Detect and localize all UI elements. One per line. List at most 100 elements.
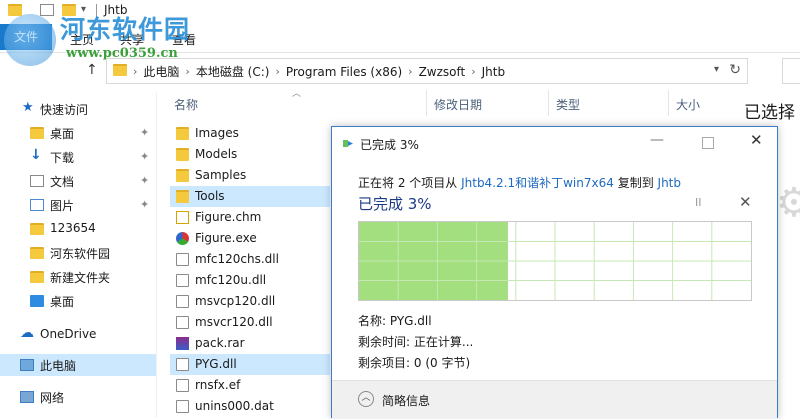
- sidebar-item-desktop-2[interactable]: 桌面: [0, 290, 156, 312]
- progress-graph: [358, 221, 752, 301]
- file-row[interactable]: unins000.dat: [170, 396, 330, 417]
- folder-icon: [176, 169, 189, 182]
- column-header-size[interactable]: 大小: [676, 96, 700, 113]
- column-header-type[interactable]: 类型: [556, 96, 580, 113]
- sidebar-item-desktop[interactable]: 桌面 ✦: [0, 122, 156, 144]
- name-label: 名称:: [358, 314, 387, 328]
- close-button[interactable]: ✕: [750, 131, 763, 149]
- address-dropdown-icon[interactable]: ▾: [714, 64, 719, 75]
- cloud-icon: ☁: [20, 325, 34, 341]
- sidebar-item-123654[interactable]: 123654: [0, 218, 156, 240]
- pin-icon: ✦: [140, 174, 150, 187]
- pin-icon: ✦: [140, 126, 150, 139]
- file-row[interactable]: mfc120u.dll: [170, 270, 330, 291]
- time-label: 剩余时间:: [358, 335, 411, 349]
- file-name: Figure.exe: [195, 231, 257, 245]
- breadcrumb-item[interactable]: 此电脑: [143, 63, 179, 80]
- file-row[interactable]: Models: [170, 144, 330, 165]
- file-name: unins000.dat: [195, 399, 274, 413]
- chevron-right-icon[interactable]: ›: [408, 65, 412, 78]
- breadcrumb-item[interactable]: 本地磁盘 (C:): [196, 63, 270, 80]
- file-row[interactable]: Tools: [170, 186, 330, 207]
- name-value: PYG.dll: [389, 314, 432, 328]
- destination-link[interactable]: Jhtb: [658, 176, 681, 190]
- sidebar-item-pictures[interactable]: 图片 ✦: [0, 194, 156, 216]
- folder-icon: [30, 127, 44, 139]
- column-header-name[interactable]: 名称: [174, 96, 198, 113]
- chevron-up-icon[interactable]: ︿: [358, 391, 374, 407]
- sort-up-icon: ︿: [292, 89, 302, 99]
- file-name: mfc120u.dll: [195, 273, 267, 287]
- breadcrumb-item[interactable]: Program Files (x86): [286, 65, 402, 79]
- sidebar-item-label: 快速访问: [40, 103, 89, 117]
- sidebar-item-downloads[interactable]: ↓ 下载 ✦: [0, 146, 156, 168]
- sidebar-item-label: 图片: [50, 199, 75, 213]
- sidebar-item-label: OneDrive: [40, 327, 97, 341]
- file-row[interactable]: PYG.dll: [170, 354, 330, 375]
- sidebar-item-label: 河东软件园: [50, 247, 111, 261]
- properties-icon[interactable]: [40, 4, 54, 16]
- chevron-right-icon[interactable]: ›: [275, 65, 279, 78]
- file-row[interactable]: Samples: [170, 165, 330, 186]
- desktop-icon: [30, 295, 44, 307]
- sidebar-item-onedrive[interactable]: ☁ OneDrive: [0, 324, 156, 346]
- source-link[interactable]: Jhtb4.2.1和谐补丁win7x64: [461, 176, 614, 190]
- maximize-button[interactable]: [702, 137, 714, 149]
- column-divider[interactable]: [426, 90, 427, 116]
- file-row[interactable]: msvcp120.dll: [170, 291, 330, 312]
- chevron-right-icon[interactable]: ›: [185, 65, 189, 78]
- sidebar-item-this-pc[interactable]: 此电脑: [0, 354, 156, 376]
- navigation-pane: ★ 快速访问 桌面 ✦ ↓ 下载 ✦ 文档 ✦ 图片 ✦ 123654 河东软件…: [0, 92, 157, 418]
- minimize-button[interactable]: —: [650, 132, 664, 148]
- details-pane-title: 已选择 2: [744, 103, 800, 123]
- sidebar-item-documents[interactable]: 文档 ✦: [0, 170, 156, 192]
- up-arrow-icon[interactable]: ↑: [86, 62, 98, 78]
- folder-icon: [176, 190, 189, 203]
- folder-icon: [176, 127, 189, 140]
- breadcrumb-item[interactable]: Jhtb: [482, 65, 505, 79]
- column-divider[interactable]: [548, 90, 549, 116]
- sidebar-item-label: 新建文件夹: [50, 271, 111, 285]
- file-row[interactable]: rnsfx.ef: [170, 375, 330, 396]
- watermark-logo: [4, 14, 56, 66]
- computer-icon: [20, 359, 34, 371]
- pause-icon[interactable]: II: [695, 196, 702, 209]
- address-bar[interactable]: › 此电脑 › 本地磁盘 (C:) › Program Files (x86) …: [106, 58, 748, 84]
- dll-file-icon: [176, 274, 189, 287]
- sidebar-item-new-folder[interactable]: 新建文件夹: [0, 266, 156, 288]
- file-name: Figure.chm: [195, 210, 262, 224]
- breadcrumb-item[interactable]: Zwzsoft: [419, 65, 466, 79]
- time-value: 正在计算...: [413, 335, 474, 349]
- sidebar-item-network[interactable]: 网络: [0, 386, 156, 408]
- document-icon: [30, 175, 44, 187]
- archive-icon: [176, 337, 189, 350]
- sidebar-item-quick-access[interactable]: ★ 快速访问: [0, 98, 156, 120]
- file-row[interactable]: pack.rar: [170, 333, 330, 354]
- picture-icon: [30, 199, 44, 211]
- column-divider[interactable]: [668, 90, 669, 116]
- sidebar-item-hedong[interactable]: 河东软件园: [0, 242, 156, 264]
- less-details-button[interactable]: 简略信息: [382, 392, 430, 409]
- copy-progress-dialog: 已完成 3% — ✕ 正在将 2 个项目从 Jhtb4.2.1和谐补丁win7x…: [331, 126, 778, 419]
- star-icon: ★: [22, 100, 34, 115]
- search-input[interactable]: [782, 58, 800, 84]
- chevron-right-icon: ›: [133, 65, 138, 78]
- copy-mid: 复制到: [617, 176, 654, 190]
- dialog-title: 已完成 3%: [360, 138, 419, 152]
- folder-icon: [30, 223, 44, 235]
- file-row[interactable]: Figure.exe: [170, 228, 330, 249]
- column-header-modified[interactable]: 修改日期: [434, 96, 482, 113]
- file-icon: [176, 379, 189, 392]
- download-icon: ↓: [30, 147, 42, 163]
- cancel-icon[interactable]: ✕: [739, 193, 752, 211]
- file-row[interactable]: msvcr120.dll: [170, 312, 330, 333]
- refresh-icon[interactable]: ↻: [729, 62, 741, 78]
- sidebar-item-label: 桌面: [50, 127, 75, 141]
- chevron-right-icon[interactable]: ›: [471, 65, 475, 78]
- file-name: Samples: [195, 168, 247, 182]
- file-row[interactable]: mfc120chs.dll: [170, 249, 330, 270]
- file-row[interactable]: Images: [170, 123, 330, 144]
- copy-prefix: 正在将 2 个项目从: [358, 176, 458, 190]
- sidebar-item-label: 文档: [50, 175, 75, 189]
- file-row[interactable]: Figure.chm: [170, 207, 330, 228]
